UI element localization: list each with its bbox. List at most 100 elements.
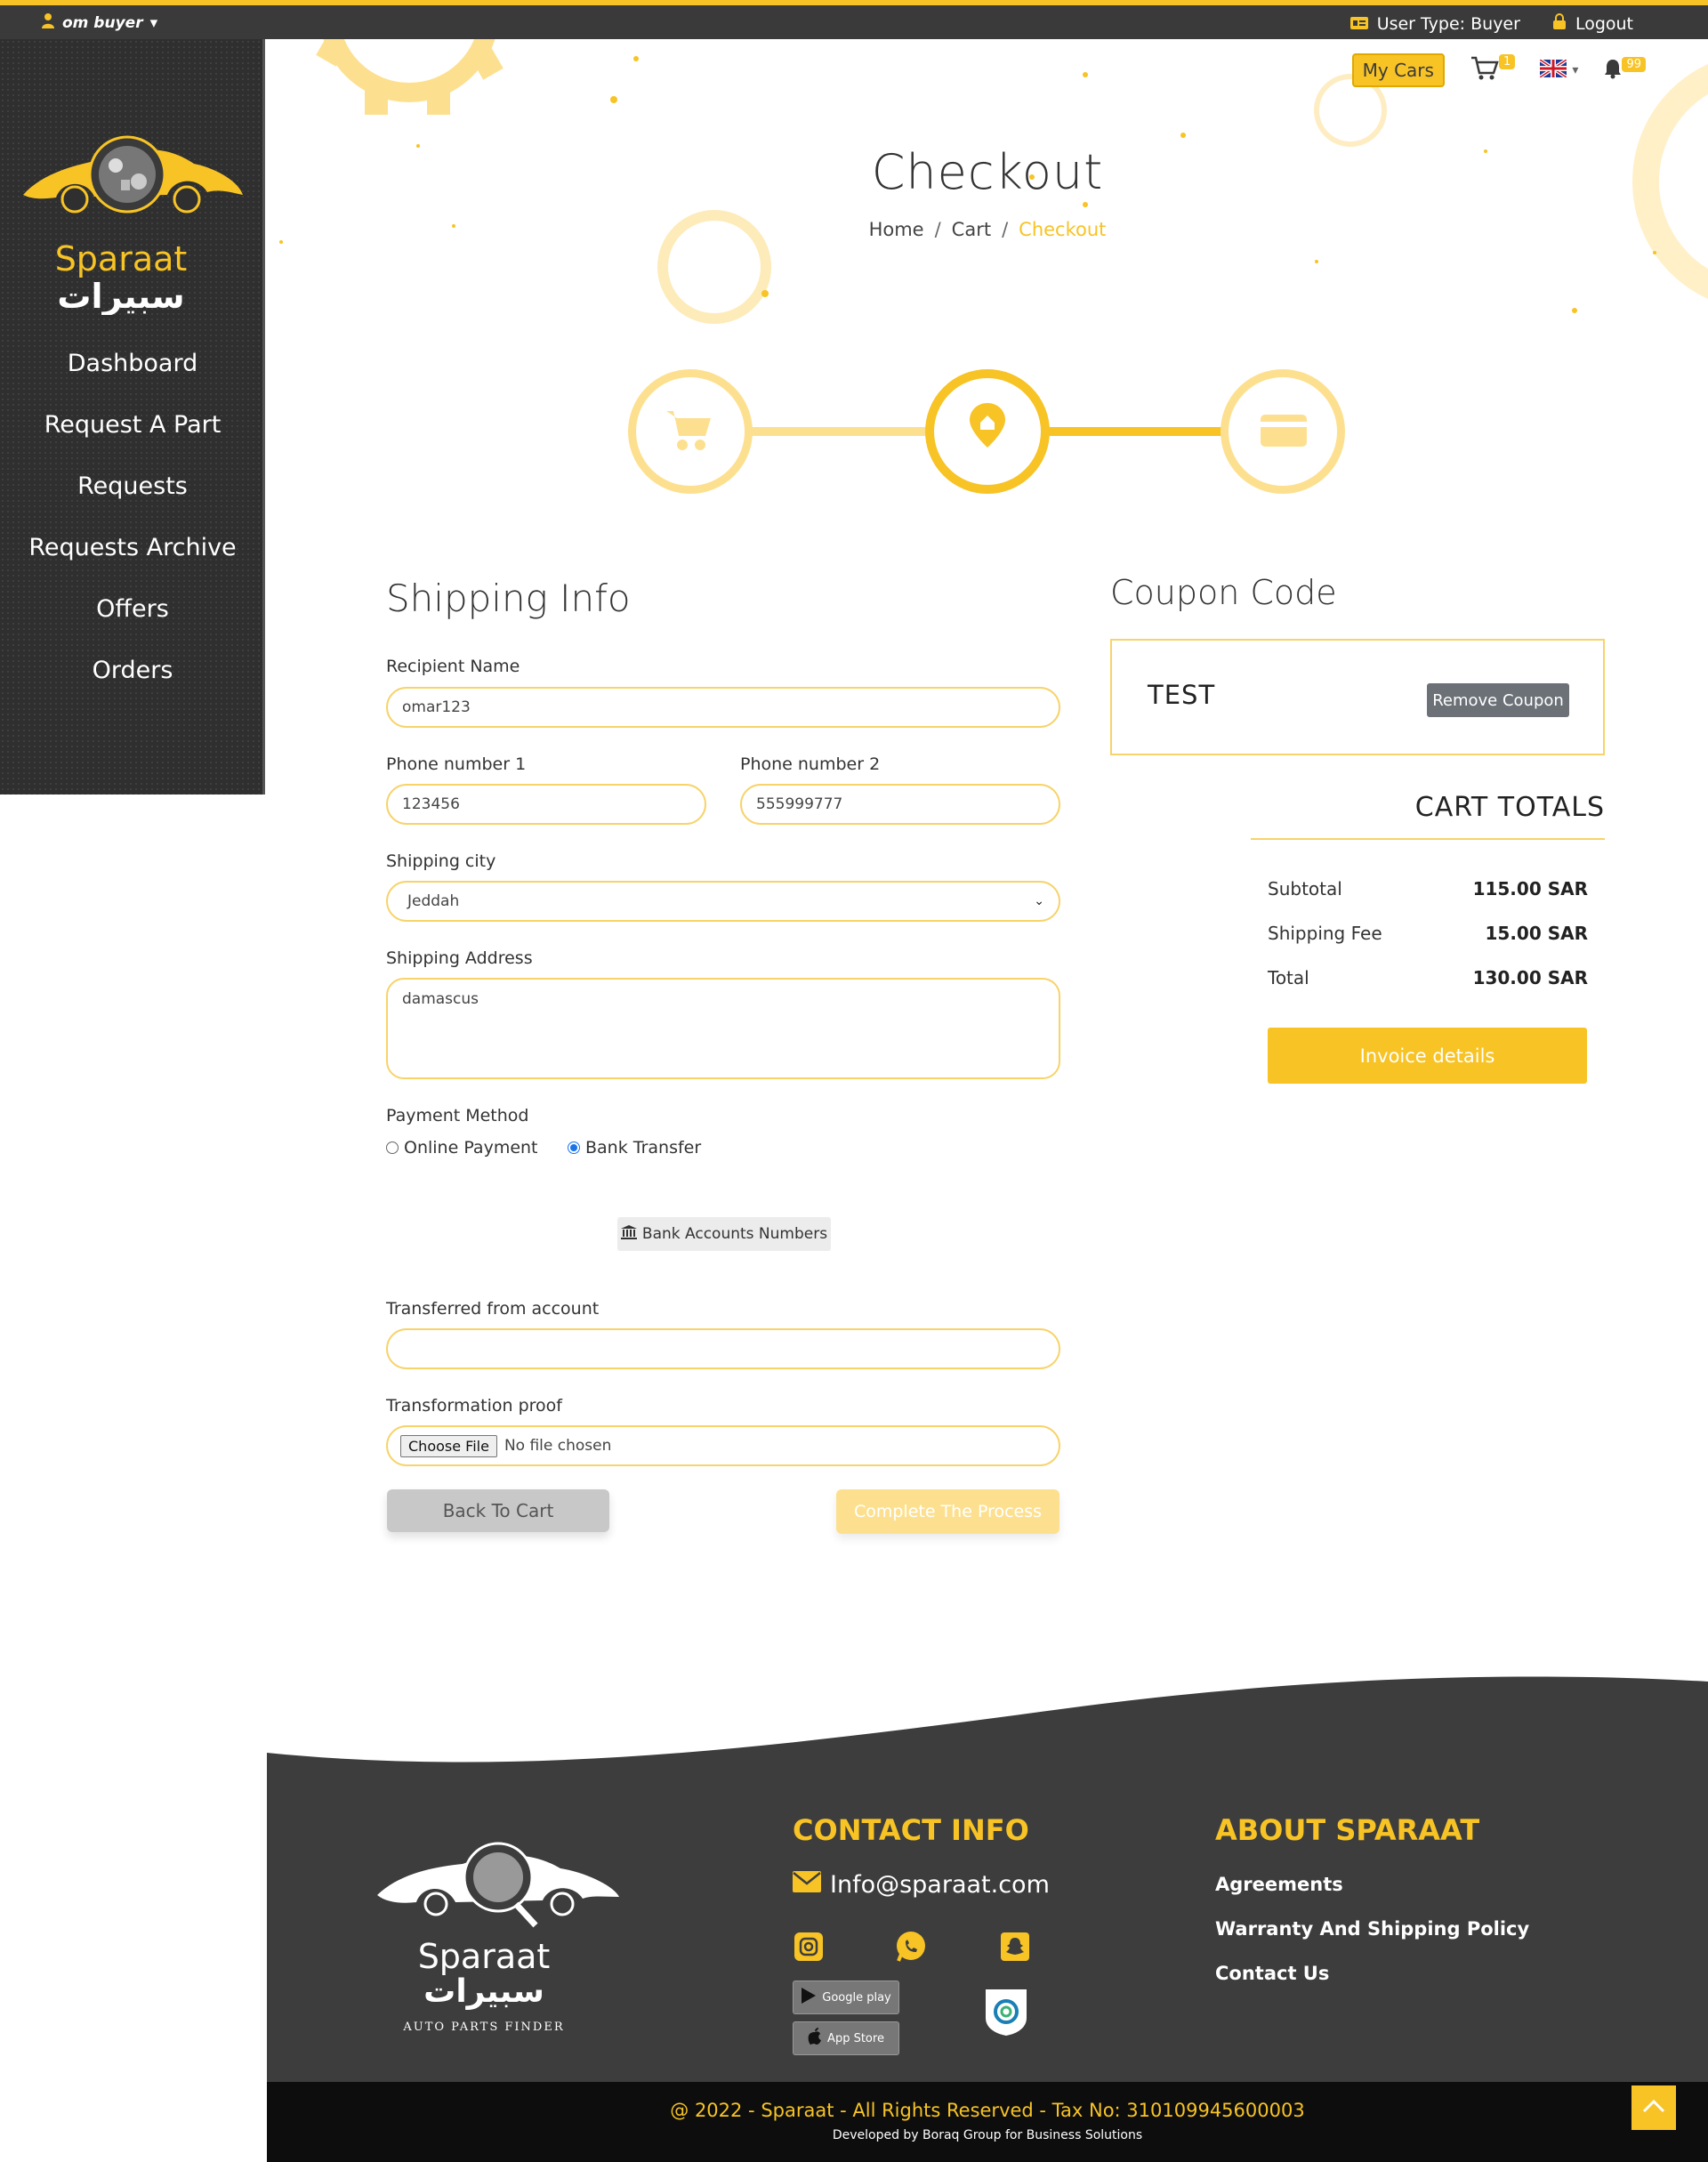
payment-online-label: Online Payment — [404, 1138, 538, 1158]
back-to-cart-button[interactable]: Back To Cart — [387, 1489, 609, 1532]
totals-row-subtotal: Subtotal 115.00 SAR — [1268, 878, 1588, 899]
logout-link[interactable]: Logout — [1552, 12, 1633, 35]
breadcrumb-separator: / — [1002, 219, 1009, 240]
logout-label: Logout — [1575, 13, 1633, 34]
footer-brand-en: Sparaat — [418, 1937, 551, 1976]
cart-totals-title: CART TOTALS — [1414, 792, 1605, 823]
shipping-address-field[interactable]: damascus — [386, 978, 1060, 1079]
step-payment — [1221, 369, 1345, 494]
sidebar-item-requests-archive[interactable]: Requests Archive — [0, 517, 265, 578]
breadcrumb-current: Checkout — [1019, 219, 1107, 240]
payment-method-label: Payment Method — [386, 1106, 529, 1125]
whatsapp-icon[interactable] — [895, 1931, 927, 1963]
app-store-label: App Store — [827, 2031, 884, 2045]
phone1-field[interactable]: 123456 — [386, 784, 706, 825]
shipping-city-label: Shipping city — [386, 851, 496, 871]
my-cars-button[interactable]: My Cars — [1351, 53, 1445, 87]
footer-email-link[interactable]: Info@sparaat.com — [793, 1871, 1050, 1899]
bank-accounts-button[interactable]: Bank Accounts Numbers — [617, 1217, 831, 1251]
sidebar-item-request-a-part[interactable]: Request A Part — [0, 394, 265, 456]
breadcrumb-home[interactable]: Home — [869, 219, 924, 240]
recipient-name-label: Recipient Name — [386, 657, 520, 676]
verification-badge-icon[interactable] — [980, 1986, 1032, 2037]
user-icon — [41, 12, 55, 33]
brand-name-ar: سبيرات — [57, 277, 184, 315]
radio-online[interactable] — [386, 1142, 399, 1154]
envelope-icon — [793, 1871, 821, 1899]
sidebar-item-orders[interactable]: Orders — [0, 640, 265, 701]
choose-file-button[interactable]: Choose File — [400, 1434, 497, 1457]
shipping-fee-label: Shipping Fee — [1268, 923, 1382, 944]
totals-row-total: Total 130.00 SAR — [1268, 967, 1588, 988]
radio-bank[interactable] — [568, 1142, 580, 1154]
step-connector — [747, 427, 934, 436]
footer-link-agreements[interactable]: Agreements — [1215, 1874, 1343, 1895]
scroll-to-top-button[interactable] — [1631, 2085, 1676, 2130]
cart-icon — [1470, 56, 1504, 85]
lock-icon — [1552, 12, 1567, 35]
payment-bank-option[interactable]: Bank Transfer — [568, 1138, 701, 1158]
shipping-fee-value: 15.00 SAR — [1485, 923, 1588, 944]
footer-bottom-bar: @ 2022 - Sparaat - All Rights Reserved -… — [267, 2082, 1708, 2162]
language-selector[interactable]: ▾ — [1539, 58, 1579, 81]
header-icons: My Cars 1 ▾ 99 — [1351, 53, 1646, 87]
chevron-up-icon — [1642, 2099, 1665, 2117]
google-play-label: Google play — [822, 1990, 891, 2005]
subtotal-label: Subtotal — [1268, 878, 1342, 899]
notifications-button[interactable]: 99 — [1603, 57, 1646, 83]
shipping-address-label: Shipping Address — [386, 948, 533, 968]
recipient-name-field[interactable]: omar123 — [386, 687, 1060, 728]
notification-count-badge: 99 — [1622, 57, 1646, 72]
phone2-label: Phone number 2 — [740, 754, 881, 774]
footer-link-warranty[interactable]: Warranty And Shipping Policy — [1215, 1918, 1529, 1940]
total-label: Total — [1268, 967, 1309, 988]
uk-flag-icon — [1539, 58, 1568, 81]
sidebar-item-offers[interactable]: Offers — [0, 578, 265, 640]
location-pin-icon — [970, 403, 1005, 448]
cart-count-badge: 1 — [1499, 54, 1516, 69]
shipping-city-select[interactable]: Jeddah ⌄ — [386, 881, 1060, 922]
caret-down-icon: ▾ — [149, 13, 158, 32]
footer-logo: Sparaat سبيرات AUTO PARTS FINDER — [374, 1833, 623, 2055]
apple-icon — [808, 2028, 822, 2049]
cart-button[interactable]: 1 — [1470, 54, 1516, 85]
transferred-from-label: Transferred from account — [386, 1299, 600, 1319]
footer-email: Info@sparaat.com — [830, 1871, 1050, 1899]
transformation-proof-label: Transformation proof — [386, 1396, 562, 1416]
step-connector — [1046, 427, 1229, 436]
breadcrumb-cart[interactable]: Cart — [952, 219, 991, 240]
payment-online-option[interactable]: Online Payment — [386, 1138, 538, 1158]
no-file-text: No file chosen — [504, 1437, 612, 1455]
caret-down-icon: ▾ — [1572, 63, 1579, 77]
developer-credit: Developed by Boraq Group for Business So… — [832, 2128, 1143, 2142]
brand-name-en: Sparaat — [55, 239, 188, 278]
brand-logo[interactable]: Sparaat سبيرات — [16, 110, 247, 316]
user-type-label: User Type: Buyer — [1376, 13, 1520, 34]
transformation-proof-field: Choose File No file chosen — [386, 1425, 1060, 1466]
breadcrumb: Home / Cart / Checkout — [267, 219, 1708, 240]
user-name: om buyer — [62, 13, 143, 32]
transferred-from-field[interactable] — [386, 1328, 1060, 1369]
subtotal-value: 115.00 SAR — [1472, 878, 1588, 899]
sidebar: Sparaat سبيرات Dashboard Request A Part … — [0, 39, 265, 795]
invoice-details-button[interactable]: Invoice details — [1268, 1028, 1587, 1084]
user-menu[interactable]: om buyer ▾ — [41, 12, 157, 33]
google-play-badge[interactable]: Google play — [793, 1980, 899, 2014]
sidebar-item-dashboard[interactable]: Dashboard — [0, 333, 265, 394]
breadcrumb-separator: / — [934, 219, 941, 240]
contact-info-title: CONTACT INFO — [793, 1813, 1029, 1847]
shipping-info-title: Shipping Info — [386, 577, 631, 620]
chevron-down-icon: ⌄ — [1034, 894, 1044, 908]
instagram-icon[interactable] — [793, 1931, 825, 1963]
snapchat-icon[interactable] — [999, 1931, 1031, 1963]
footer-link-contact[interactable]: Contact Us — [1215, 1963, 1329, 1984]
sidebar-item-requests[interactable]: Requests — [0, 456, 265, 517]
shipping-city-value: Jeddah — [407, 892, 460, 910]
phone2-field[interactable]: 555999777 — [740, 784, 1060, 825]
checkout-steps — [623, 365, 1352, 498]
complete-process-button[interactable]: Complete The Process — [836, 1489, 1059, 1534]
remove-coupon-button[interactable]: Remove Coupon — [1427, 683, 1569, 717]
cart-icon — [666, 411, 711, 450]
app-store-badge[interactable]: App Store — [793, 2021, 899, 2055]
credit-card-icon — [1261, 415, 1307, 447]
